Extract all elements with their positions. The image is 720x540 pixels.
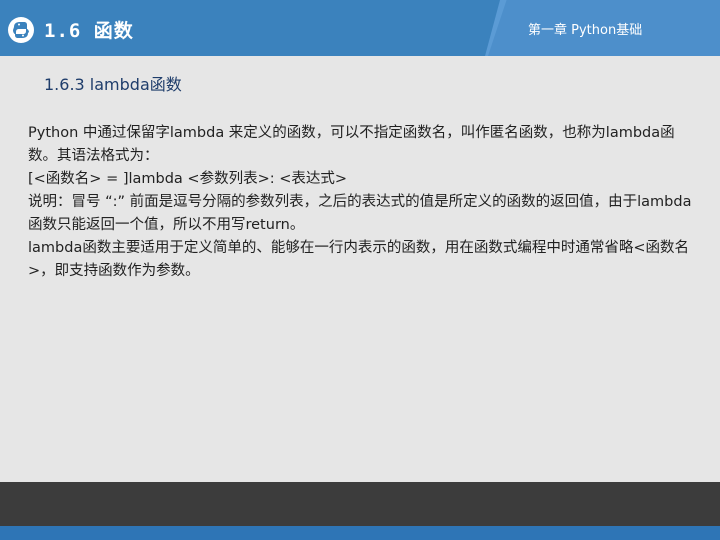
subsection-title: 1.6.3 lambda函数 xyxy=(44,75,182,94)
footer-bar xyxy=(0,482,720,526)
python-logo-icon xyxy=(8,17,34,43)
chapter-label: 第一章 Python基础 xyxy=(528,23,643,38)
paragraph-explanation: 说明：冒号 “:” 前面是逗号分隔的参数列表，之后的表达式的值是所定义的函数的返… xyxy=(28,194,692,233)
header-bar: 1.6 函数 第一章 Python基础 xyxy=(0,0,720,56)
paragraph-intro: Python 中通过保留字lambda 来定义的函数，可以不指定函数名，叫作匿名… xyxy=(28,125,675,164)
body-text: Python 中通过保留字lambda 来定义的函数，可以不指定函数名，叫作匿名… xyxy=(28,122,692,283)
paragraph-usage: lambda函数主要适用于定义简单的、能够在一行内表示的函数，用在函数式编程中时… xyxy=(28,240,689,279)
footer-accent-strip xyxy=(0,526,720,540)
paragraph-syntax: [<函数名> = ]lambda <参数列表>: <表达式> xyxy=(28,171,348,187)
section-title: 1.6 函数 xyxy=(44,20,134,42)
